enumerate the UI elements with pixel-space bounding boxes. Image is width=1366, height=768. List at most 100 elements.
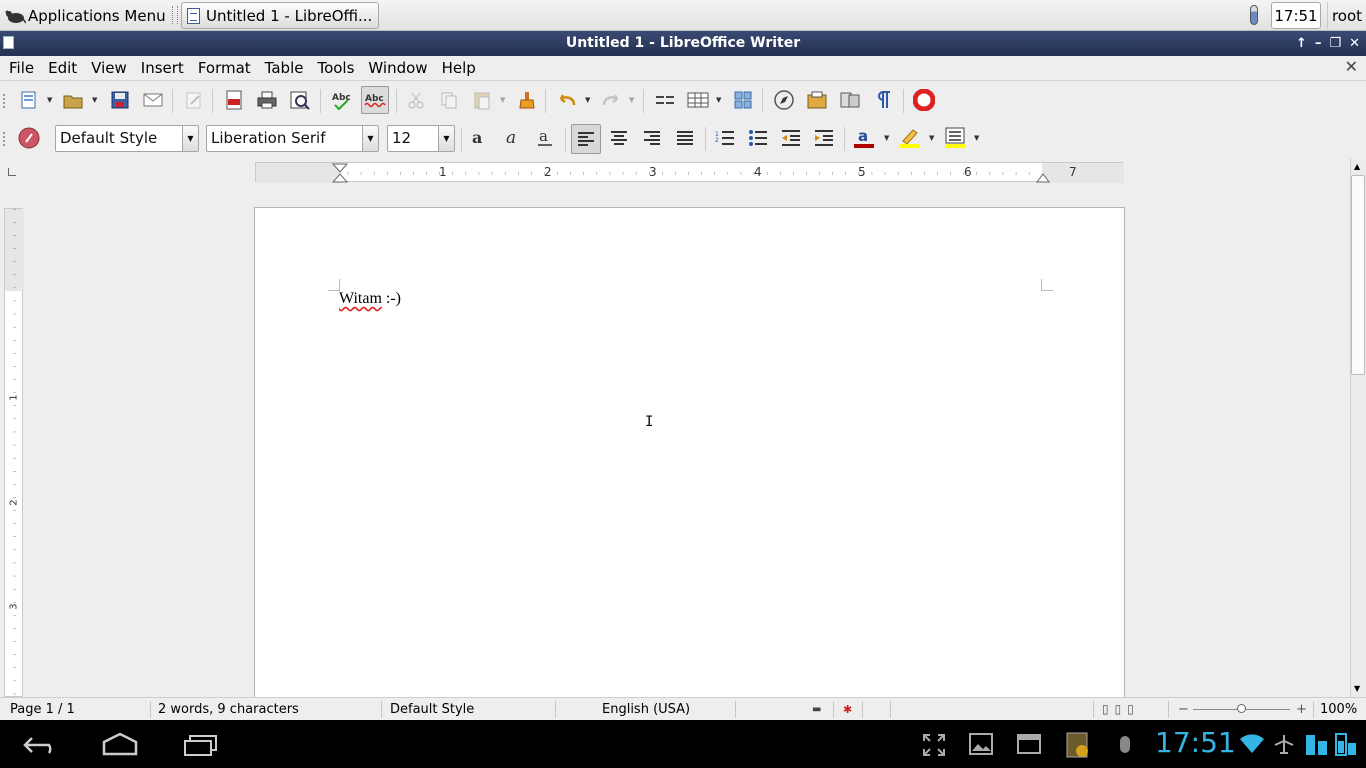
paste-icon[interactable]	[469, 87, 495, 113]
battery-charge-icon[interactable]	[1330, 731, 1358, 757]
font-color-icon[interactable]: a	[851, 125, 877, 151]
justify-icon[interactable]	[672, 125, 698, 151]
panel-user[interactable]: root	[1327, 2, 1366, 29]
undo-dropdown-icon[interactable]: ▼	[585, 96, 590, 104]
table-icon[interactable]	[685, 87, 711, 113]
maximize-button[interactable]: ❐	[1329, 36, 1341, 51]
sd-card-notification-icon[interactable]	[1064, 731, 1092, 759]
scroll-down-icon[interactable]: ▼	[1354, 684, 1360, 693]
redo-dropdown-icon[interactable]: ▼	[629, 96, 634, 104]
terminal-notification-icon[interactable]	[1017, 734, 1041, 754]
document-text[interactable]: Witam :-)	[339, 290, 401, 308]
font-size-select[interactable]: 12 ▼	[387, 125, 455, 152]
print-preview-icon[interactable]	[287, 87, 313, 113]
zoom-out-icon[interactable]: −	[1178, 698, 1189, 721]
print-icon[interactable]	[254, 87, 280, 113]
edit-file-icon[interactable]	[181, 87, 207, 113]
cut-icon[interactable]	[403, 87, 429, 113]
navigator-icon[interactable]	[771, 87, 797, 113]
view-layout-icons[interactable]: ▯▯▯	[1102, 698, 1140, 721]
back-icon[interactable]	[22, 734, 60, 756]
font-color-dropdown-icon[interactable]: ▼	[884, 134, 889, 142]
toolbar-grip[interactable]	[3, 94, 8, 108]
document-page[interactable]	[254, 207, 1125, 707]
tab-stop-selector-icon[interactable]	[8, 168, 16, 176]
gallery-icon[interactable]	[804, 87, 830, 113]
data-sources-icon[interactable]	[837, 87, 863, 113]
align-center-icon[interactable]	[606, 125, 632, 151]
autospellcheck-toggle-icon[interactable]: Abc	[361, 86, 389, 114]
mouse-notification-icon[interactable]	[1118, 735, 1132, 755]
highlighting-dropdown-icon[interactable]: ▼	[929, 134, 934, 142]
minimize-button[interactable]: –	[1315, 36, 1322, 51]
horizontal-ruler[interactable]: 1 2 3 4 5 6 7	[255, 162, 1124, 183]
document-modified-icon[interactable]: ✱	[843, 698, 852, 721]
italic-icon[interactable]: a	[499, 125, 525, 151]
menu-format[interactable]: Format	[191, 57, 258, 79]
battery-indicator-icon[interactable]	[1250, 5, 1258, 25]
menu-window[interactable]: Window	[361, 57, 434, 79]
align-left-icon[interactable]	[571, 124, 601, 154]
language[interactable]: English (USA)	[602, 698, 690, 721]
numbering-icon[interactable]: 12	[712, 125, 738, 151]
chevron-down-icon[interactable]: ▼	[438, 126, 454, 151]
vertical-ruler[interactable]: 1 2 3	[4, 208, 24, 698]
close-window-button[interactable]: ✕	[1349, 36, 1360, 51]
misspelled-word[interactable]: Witam	[339, 290, 382, 307]
close-document-button[interactable]: ✕	[1345, 57, 1358, 76]
panel-clock[interactable]: 17:51	[1271, 2, 1321, 29]
wifi-icon[interactable]	[1239, 734, 1265, 754]
menu-insert[interactable]: Insert	[134, 57, 191, 79]
airplane-mode-icon[interactable]	[1273, 733, 1295, 755]
home-icon[interactable]	[101, 732, 139, 756]
bullets-icon[interactable]	[745, 125, 771, 151]
menu-view[interactable]: View	[84, 57, 134, 79]
toolbar-grip[interactable]	[3, 132, 8, 146]
underline-icon[interactable]: a	[532, 125, 558, 151]
zoom-slider-handle[interactable]	[1237, 704, 1246, 713]
menu-help[interactable]: Help	[435, 57, 483, 79]
help-icon[interactable]	[911, 87, 937, 113]
zoom-in-icon[interactable]: +	[1296, 698, 1307, 721]
redo-icon[interactable]	[598, 87, 624, 113]
scrollbar-thumb[interactable]	[1351, 175, 1365, 375]
increase-indent-icon[interactable]	[811, 125, 837, 151]
decrease-indent-icon[interactable]	[778, 125, 804, 151]
chevron-down-icon[interactable]: ▼	[362, 126, 378, 151]
menu-tools[interactable]: Tools	[310, 57, 361, 79]
email-icon[interactable]	[140, 87, 166, 113]
menu-table[interactable]: Table	[258, 57, 311, 79]
new-document-icon[interactable]	[16, 87, 42, 113]
clone-formatting-icon[interactable]	[514, 87, 540, 113]
page-style[interactable]: Default Style	[390, 698, 474, 721]
undo-icon[interactable]	[554, 87, 580, 113]
show-draw-functions-icon[interactable]	[730, 87, 756, 113]
window-menu-icon[interactable]	[3, 36, 14, 49]
gallery-notification-icon[interactable]	[969, 733, 993, 755]
background-color-icon[interactable]	[942, 125, 968, 151]
align-right-icon[interactable]	[639, 125, 665, 151]
spellcheck-icon[interactable]: Abc	[329, 87, 355, 113]
window-up-button[interactable]: ↑	[1296, 36, 1307, 51]
open-dropdown-icon[interactable]: ▼	[92, 96, 97, 104]
page-indicator[interactable]: Page 1 / 1	[10, 698, 75, 721]
battery-icon[interactable]	[1302, 731, 1330, 757]
table-dropdown-icon[interactable]: ▼	[716, 96, 721, 104]
hyperlink-icon[interactable]	[652, 87, 678, 113]
menu-edit[interactable]: Edit	[41, 57, 84, 79]
fullscreen-icon[interactable]	[922, 733, 946, 757]
menu-file[interactable]: File	[2, 57, 41, 79]
taskbar-window-button[interactable]: Untitled 1 - LibreOffi...	[181, 2, 379, 29]
applications-menu-button[interactable]: Applications Menu	[4, 3, 166, 28]
chevron-down-icon[interactable]: ▼	[182, 126, 198, 151]
recent-apps-icon[interactable]	[182, 733, 220, 757]
open-folder-icon[interactable]	[60, 87, 86, 113]
styles-formatting-icon[interactable]	[16, 125, 42, 151]
insert-mode-icon[interactable]: ▬	[812, 698, 821, 721]
paste-dropdown-icon[interactable]: ▼	[500, 96, 505, 104]
formatting-marks-icon[interactable]	[870, 87, 896, 113]
new-dropdown-icon[interactable]: ▼	[47, 96, 52, 104]
copy-icon[interactable]	[436, 87, 462, 113]
font-name-select[interactable]: Liberation Serif ▼	[206, 125, 379, 152]
android-clock[interactable]: 17:51	[1155, 726, 1236, 759]
